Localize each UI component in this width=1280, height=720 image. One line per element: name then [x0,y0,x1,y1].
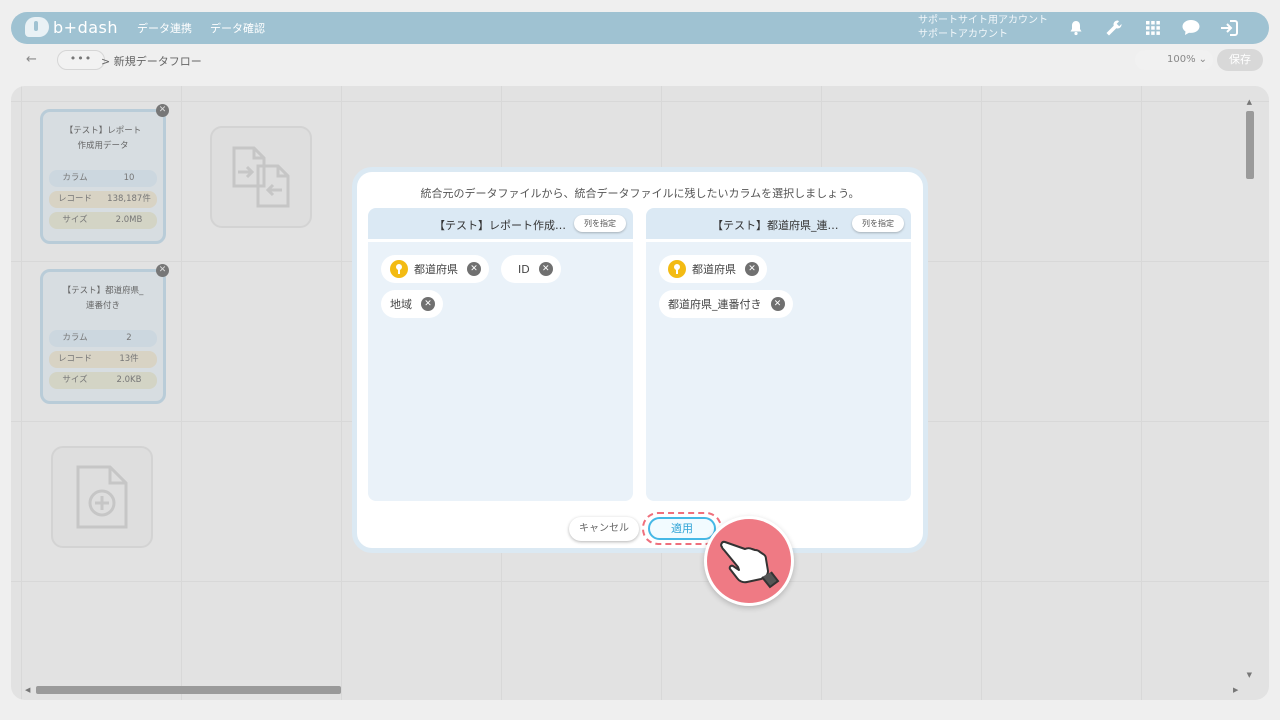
cancel-button[interactable]: キャンセル [569,517,639,541]
stat-label: カラム [49,170,101,187]
breadcrumb: > 新規データフロー [101,55,202,68]
key-icon [390,260,408,278]
stat-label: カラム [49,330,101,347]
remove-column-icon[interactable]: ✕ [421,297,435,311]
logo[interactable]: b+dash [25,17,118,37]
breadcrumb-bar: ← ••• > 新規データフロー 100% ⌄ 保存 [11,46,1269,76]
logo-mark-icon [25,17,49,37]
column-select-dialog: 統合元のデータファイルから、統合データファイルに残したいカラムを選択しましょう。… [352,167,928,553]
panel-body: 都道府県 ✕ ID ✕ 地域 ✕ [368,242,633,501]
stat-value: 2.0KB [101,372,157,389]
left-source-panel: 【テスト】レポート作成… 列を指定 都道府県 ✕ ID ✕ 地域 ✕ [368,208,633,502]
specify-columns-button[interactable]: 列を指定 [574,215,626,232]
column-chip[interactable]: 都道府県 ✕ [659,255,767,283]
remove-file-icon[interactable]: ✕ [156,104,169,117]
zoom-value: 100% [1167,54,1196,65]
file-title: 【テスト】レポート作成用データ [64,126,142,151]
stat-label: レコード [49,351,101,368]
apply-button[interactable]: 適用 [648,517,716,540]
column-chip[interactable]: 都道府県 ✕ [381,255,489,283]
account-info[interactable]: サポートサイト用アカウント サポートアカウント [918,14,1048,42]
chip-label: 都道府県_連番付き [668,298,762,311]
stat-value: 2 [101,330,157,347]
file-stat-records: レコード 13件 [49,351,157,368]
stat-value: 13件 [101,351,157,368]
panel-header: 【テスト】レポート作成… 列を指定 [368,208,633,239]
remove-column-icon[interactable]: ✕ [770,297,785,311]
scroll-left-icon[interactable]: ◀ [25,686,30,694]
file-stat-size: サイズ 2.0KB [49,372,157,389]
stat-label: サイズ [49,212,101,229]
chip-label: 地域 [390,298,412,311]
horizontal-scrollbar[interactable] [36,686,341,694]
tap-hand-icon [704,516,794,606]
nav-data-link[interactable]: データ連携 [137,20,192,36]
file-stat-columns: カラム 2 [49,330,157,347]
app-header: b+dash データ連携 データ確認 サポートサイト用アカウント サポートアカウ… [11,12,1269,44]
file-stat-size: サイズ 2.0MB [49,212,157,229]
stat-value: 10 [101,170,157,187]
file-title: 【テスト】都道府県_連番付き [62,286,144,311]
stat-value: 2.0MB [101,212,157,229]
merge-files-icon [232,146,290,208]
back-arrow-icon[interactable]: ← [26,52,37,67]
pointing-hand-icon [720,540,780,589]
merge-node[interactable] [210,126,312,228]
chip-label: 都道府県 [692,263,736,276]
zoom-select[interactable]: 100% ⌄ [1135,50,1213,70]
column-chip[interactable]: ID ✕ [501,255,561,283]
remove-column-icon[interactable]: ✕ [538,262,553,276]
logout-icon[interactable] [1217,16,1241,40]
panel-header: 【テスト】都道府県_連… 列を指定 [646,208,911,239]
right-source-panel: 【テスト】都道府県_連… 列を指定 都道府県 ✕ 都道府県_連番付き ✕ [646,208,911,502]
chat-icon[interactable] [1179,16,1203,40]
logo-text: b+dash [53,17,118,37]
file-stat-columns: カラム 10 [49,170,157,187]
panel-title: 【テスト】レポート作成… [434,219,566,232]
scroll-up-icon[interactable]: ▲ [1247,98,1252,106]
file-card-prefecture[interactable]: 【テスト】都道府県_連番付き カラム 2 レコード 13件 サイズ 2.0KB [40,269,166,404]
account-line-1: サポートサイト用アカウント [918,15,1048,26]
chevron-down-icon: ⌄ [1198,54,1207,65]
add-file-icon [76,465,128,529]
vertical-scrollbar[interactable] [1246,111,1254,179]
grid-icon[interactable] [1141,16,1165,40]
dialog-message: 統合元のデータファイルから、統合データファイルに残したいカラムを選択しましょう。 [420,187,860,200]
stat-label: サイズ [49,372,101,389]
stat-value: 138,187件 [101,191,157,208]
remove-column-icon[interactable]: ✕ [745,262,759,276]
account-line-2: サポートアカウント [918,29,1008,40]
panel-title: 【テスト】都道府県_連… [712,219,839,232]
panel-body: 都道府県 ✕ 都道府県_連番付き ✕ [646,242,911,501]
more-button[interactable]: ••• [57,50,105,70]
stat-label: レコード [49,191,101,208]
file-stat-records: レコード 138,187件 [49,191,157,208]
remove-file-icon[interactable]: ✕ [156,264,169,277]
file-card-report[interactable]: 【テスト】レポート作成用データ カラム 10 レコード 138,187件 サイズ… [40,109,166,244]
nav-data-check[interactable]: データ確認 [210,20,265,36]
bell-icon[interactable] [1064,16,1088,40]
chip-label: ID [518,262,530,276]
remove-column-icon[interactable]: ✕ [467,262,481,276]
add-file-node[interactable] [51,446,153,548]
column-chip[interactable]: 都道府県_連番付き ✕ [659,290,793,318]
key-icon [668,260,686,278]
wrench-icon[interactable] [1102,16,1126,40]
column-chip[interactable]: 地域 ✕ [381,290,443,318]
scroll-down-icon[interactable]: ▼ [1247,671,1252,679]
chip-label: 都道府県 [414,263,458,276]
specify-columns-button[interactable]: 列を指定 [852,215,904,232]
scroll-right-icon[interactable]: ▶ [1233,686,1238,694]
save-button[interactable]: 保存 [1217,49,1263,71]
